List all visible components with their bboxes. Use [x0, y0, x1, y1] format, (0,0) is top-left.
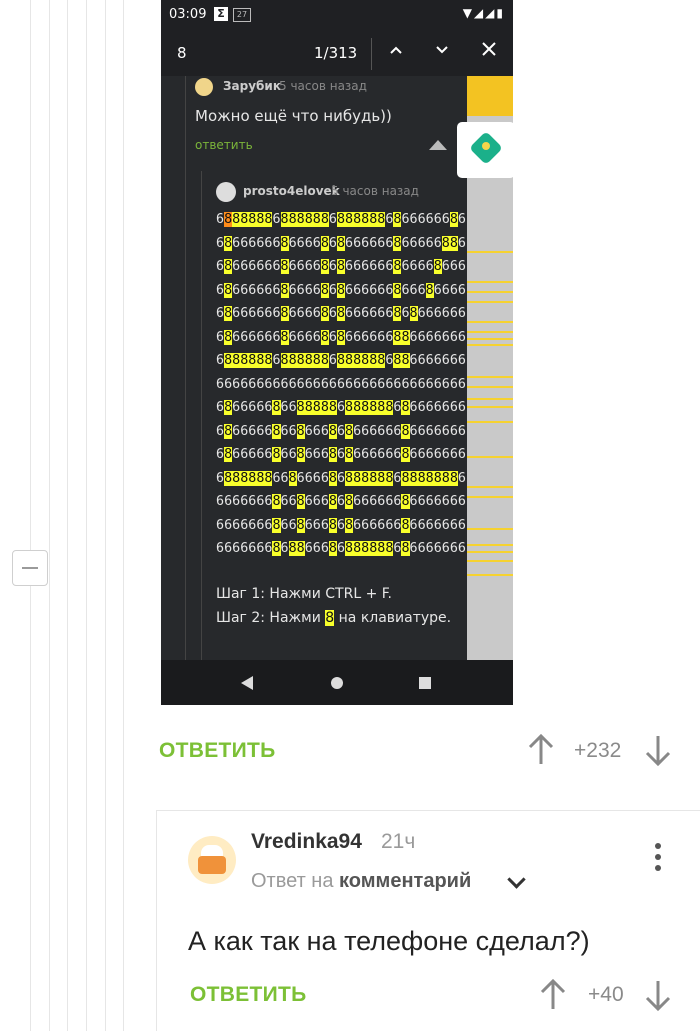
status-time: 03:09: [169, 7, 207, 22]
comment-text: Можно ещё что нибудь)): [195, 107, 392, 125]
step-2-text: Шаг 2: Нажми 8 на клавиатуре.: [216, 610, 452, 626]
phone-screenshot-image: 03:09 Σ 27 ▼◢◢▮ 8 1/313 Зарубик 5 часов …: [161, 0, 513, 705]
comment-author: prosto4elovek: [243, 184, 340, 198]
match-marker: [467, 386, 513, 388]
match-marker: [467, 486, 513, 488]
scroll-thumb: [467, 76, 513, 116]
home-icon: [331, 677, 343, 689]
grid-row: 6666666866866686866666686666666: [216, 494, 466, 509]
thread-line-3: [67, 0, 68, 1031]
match-marker: [467, 281, 513, 283]
find-query: 8: [177, 44, 187, 62]
comment-indent-line: [156, 810, 157, 1031]
grid-row: 6866666686666868666666868666666: [216, 306, 466, 321]
reply-to-link[interactable]: комментарий: [339, 870, 471, 892]
comment-time: 5 часов назад: [279, 79, 367, 93]
match-marker: [467, 398, 513, 400]
match-marker: [467, 321, 513, 323]
match-marker: [467, 344, 513, 346]
match-marker: [467, 406, 513, 408]
calendar-icon: 27: [233, 8, 251, 22]
comment-text: А как так на телефоне сделал?): [188, 926, 590, 956]
arrow-down-icon[interactable]: [645, 733, 671, 767]
key-icon: [482, 142, 490, 150]
grid-row: 6866666686666868666666866666886: [216, 235, 466, 251]
grid-row: 6866666866888886888888686666666: [216, 400, 466, 415]
avatar-face: [198, 856, 226, 874]
reply-button[interactable]: ОТВЕТИТЬ: [159, 739, 276, 763]
match-marker: [467, 528, 513, 530]
grid-row: 6888888688888868888886866666686: [216, 212, 466, 227]
match-marker: [467, 331, 513, 333]
chevron-up-icon: [383, 39, 409, 65]
comment-author: Зарубик: [223, 79, 281, 93]
match-marker: [467, 338, 513, 340]
reply-to-line: Ответ на комментарий: [251, 870, 472, 892]
grid-row: 6888888688888868888886886666666: [216, 353, 466, 368]
match-marker: [467, 496, 513, 498]
recent-apps-icon: [419, 677, 431, 689]
match-marker: [467, 456, 513, 458]
app-shortcut-button: [457, 122, 513, 178]
collapse-thread-button[interactable]: [12, 550, 48, 586]
thread-line-5: [105, 0, 106, 1031]
more-options-icon[interactable]: [655, 843, 661, 875]
avatar: [195, 78, 213, 96]
thread-line-1: [30, 0, 31, 1031]
match-marker: [467, 551, 513, 553]
match-marker: [467, 251, 513, 253]
thread-line-2: [49, 0, 50, 1031]
chevron-down-icon: [429, 39, 455, 65]
chevron-down-icon[interactable]: [507, 870, 526, 889]
score: +40: [588, 983, 624, 1006]
arrow-down-icon[interactable]: [645, 978, 671, 1012]
grid-row: 6866666686666868666666866686666: [216, 282, 466, 298]
comment-divider: [157, 810, 700, 811]
avatar[interactable]: [188, 836, 236, 884]
phone-status-bar: 03:09 Σ 27 ▼◢◢▮: [161, 0, 513, 30]
match-marker: [467, 301, 513, 303]
thread-line-dark: [201, 171, 202, 660]
match-marker: [467, 544, 513, 546]
grid-row: 6888888668666686888888688888886: [216, 470, 466, 486]
step-1-text: Шаг 1: Нажми CTRL + F.: [216, 586, 392, 602]
find-in-page-bar: 8 1/313: [161, 30, 513, 76]
grid-row: 6666666666666666666666666666666: [216, 376, 466, 392]
reply-link: ответить: [195, 138, 253, 152]
comment-author[interactable]: Vredinka94: [251, 830, 362, 854]
match-marker: [467, 560, 513, 562]
match-marker: [467, 574, 513, 576]
reply-button[interactable]: ОТВЕТИТЬ: [190, 983, 307, 1007]
back-icon: [241, 676, 253, 690]
arrow-up-icon[interactable]: [528, 733, 554, 767]
grid-row: 6666666866866686866666686666666: [216, 517, 466, 533]
thread-line-6: [123, 0, 124, 1031]
grid-row: 6866666686666868666666886666666: [216, 329, 466, 345]
thread-line-4: [86, 0, 87, 1031]
comment-time: 5 часов назад: [331, 184, 419, 198]
notification-icon: Σ: [214, 7, 228, 21]
grid-row: 6866666686666868666666866668666: [216, 259, 466, 274]
arrow-up-icon[interactable]: [540, 978, 566, 1012]
match-marker: [467, 376, 513, 378]
collapse-icon: [429, 140, 447, 150]
android-nav-bar: [161, 660, 513, 705]
signal-battery-icons: ▼◢◢▮: [462, 6, 505, 20]
avatar: [216, 182, 236, 202]
find-separator: [371, 38, 372, 70]
page-content: Зарубик 5 часов назад Можно ещё что нибу…: [161, 76, 488, 660]
grid-row: 6866666866866686866666686666666: [216, 423, 466, 439]
score: +232: [574, 739, 622, 762]
close-icon: [476, 39, 502, 65]
grid-row: 6866666866866686866666686666666: [216, 447, 466, 462]
find-match-count: 1/313: [314, 44, 358, 62]
ascii-art-grid: 6888888688888868888886866666686 686666668…: [216, 208, 476, 561]
match-marker: [467, 421, 513, 423]
grid-row: 6666666868866686888888686666666: [216, 541, 466, 556]
match-marker: [467, 291, 513, 293]
comment-time: 21ч: [381, 830, 416, 853]
thread-line-dark: [185, 76, 186, 660]
